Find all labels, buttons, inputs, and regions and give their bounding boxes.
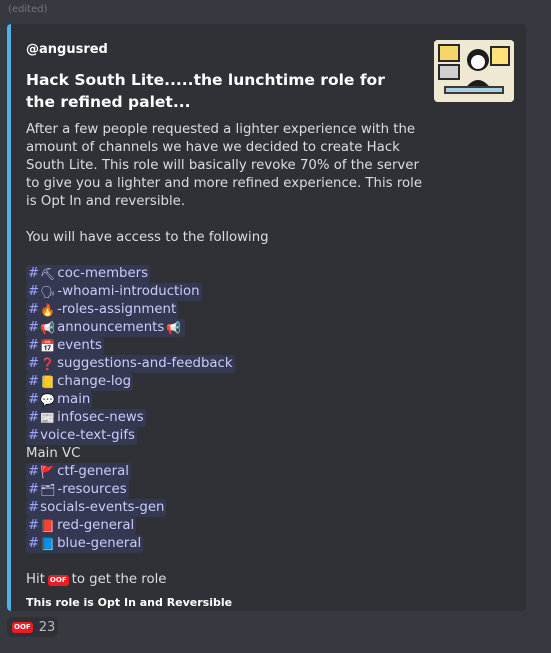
channel-mention[interactable]: # 🗂 -resources (26, 481, 129, 499)
channel-name: coc-members (57, 266, 149, 281)
channel-name: -resources (57, 482, 127, 497)
hash-icon: # (28, 482, 40, 497)
hash-icon: # (28, 374, 40, 389)
channel-name: infosec-news (57, 410, 144, 425)
red-flag-icon: 🚩 (40, 465, 56, 479)
channel-name: -roles-assignment (57, 302, 177, 317)
fire-icon: 🔥 (40, 303, 56, 317)
embed-thumbnail[interactable] (434, 40, 514, 102)
description-paragraph: After a few people requested a lighter e… (26, 122, 423, 209)
speech-bubble-icon: 💬 (40, 393, 56, 407)
hash-icon: # (28, 410, 40, 425)
embed-author[interactable]: @angusred (26, 42, 108, 57)
role-embed: @angusred Hack South Lite.....the luncht… (7, 24, 526, 611)
channel-mention[interactable]: # socials-events-gen (26, 499, 167, 517)
channel-mention[interactable]: # 📰 infosec-news (26, 409, 146, 427)
blue-book-icon: 📘 (40, 537, 56, 551)
speaking-head-icon: 🗣 (40, 285, 56, 299)
channel-mention[interactable]: # 📘 blue-general (26, 535, 144, 553)
megaphone-icon: 📢 (166, 321, 182, 335)
channel-name: main (57, 392, 91, 407)
channel-mention[interactable]: # ⛏ coc-members (26, 265, 151, 283)
voice-channel-label: Main VC (26, 446, 81, 461)
edited-label: (edited) (8, 4, 48, 15)
hash-icon: # (28, 518, 40, 533)
hash-icon: # (28, 464, 40, 479)
notepad-icon: 📒 (40, 375, 56, 389)
megaphone-icon: 📢 (40, 321, 56, 335)
calendar-icon: 📅 (40, 339, 56, 353)
oof-emoji-icon: OOF (47, 574, 69, 586)
channel-mention[interactable]: # 📅 events (26, 337, 104, 355)
channel-name: voice-text-gifs (40, 428, 135, 443)
embed-description: After a few people requested a lighter e… (26, 121, 426, 612)
newspaper-icon: 📰 (40, 411, 56, 425)
access-intro: You will have access to the following (26, 230, 269, 245)
channel-name: suggestions-and-feedback (57, 356, 233, 371)
oof-reaction-icon: OOF (12, 621, 33, 633)
hash-icon: # (28, 428, 40, 443)
channel-name: -whoami-introduction (57, 284, 200, 299)
channel-mention[interactable]: # 📒 change-log (26, 373, 134, 391)
channel-mention[interactable]: # 🗣 -whoami-introduction (26, 283, 202, 301)
channel-name: blue-general (57, 536, 142, 551)
oof-reaction-button[interactable]: OOF 23 (7, 617, 58, 637)
red-book-icon: 📕 (40, 519, 56, 533)
channel-mention[interactable]: # 📢 announcements 📢 (26, 319, 186, 337)
question-icon: ❓ (40, 357, 56, 371)
channel-name: ctf-general (57, 464, 129, 479)
card-index-icon: 🗂 (40, 483, 56, 497)
hammer-icon: ⛏ (40, 267, 56, 281)
footer-note: This role is Opt In and Reversible (26, 596, 233, 609)
channel-name: socials-events-gen (40, 500, 165, 515)
channel-name: events (57, 338, 102, 353)
hash-icon: # (28, 302, 40, 317)
hash-icon: # (28, 320, 40, 335)
channel-mention[interactable]: # 📕 red-general (26, 517, 137, 535)
hash-icon: # (28, 356, 40, 371)
channel-mention[interactable]: # ❓ suggestions-and-feedback (26, 355, 235, 373)
channel-list: # ⛏ coc-members # 🗣 -whoami-introduction # 🔥 -ro… (26, 265, 426, 553)
hit-instruction: Hit OOF to get the role (26, 571, 426, 589)
channel-name: red-general (57, 518, 135, 533)
hit-suffix: to get the role (71, 572, 167, 587)
reaction-count: 23 (38, 619, 56, 635)
hash-icon: # (28, 338, 40, 353)
channel-mention[interactable]: # 🚩 ctf-general (26, 463, 131, 481)
channel-mention[interactable]: # 🔥 -roles-assignment (26, 301, 179, 319)
channel-mention[interactable]: # 💬 main (26, 391, 93, 409)
channel-mention[interactable]: # voice-text-gifs (26, 427, 137, 445)
embed-title: Hack South Lite.....the lunchtime role f… (26, 71, 385, 111)
hash-icon: # (28, 536, 40, 551)
hit-prefix: Hit (26, 572, 45, 587)
hash-icon: # (28, 500, 40, 515)
hash-icon: # (28, 266, 40, 281)
hash-icon: # (28, 392, 40, 407)
channel-name: announcements (57, 320, 165, 335)
channel-name: change-log (57, 374, 132, 389)
hash-icon: # (28, 284, 40, 299)
